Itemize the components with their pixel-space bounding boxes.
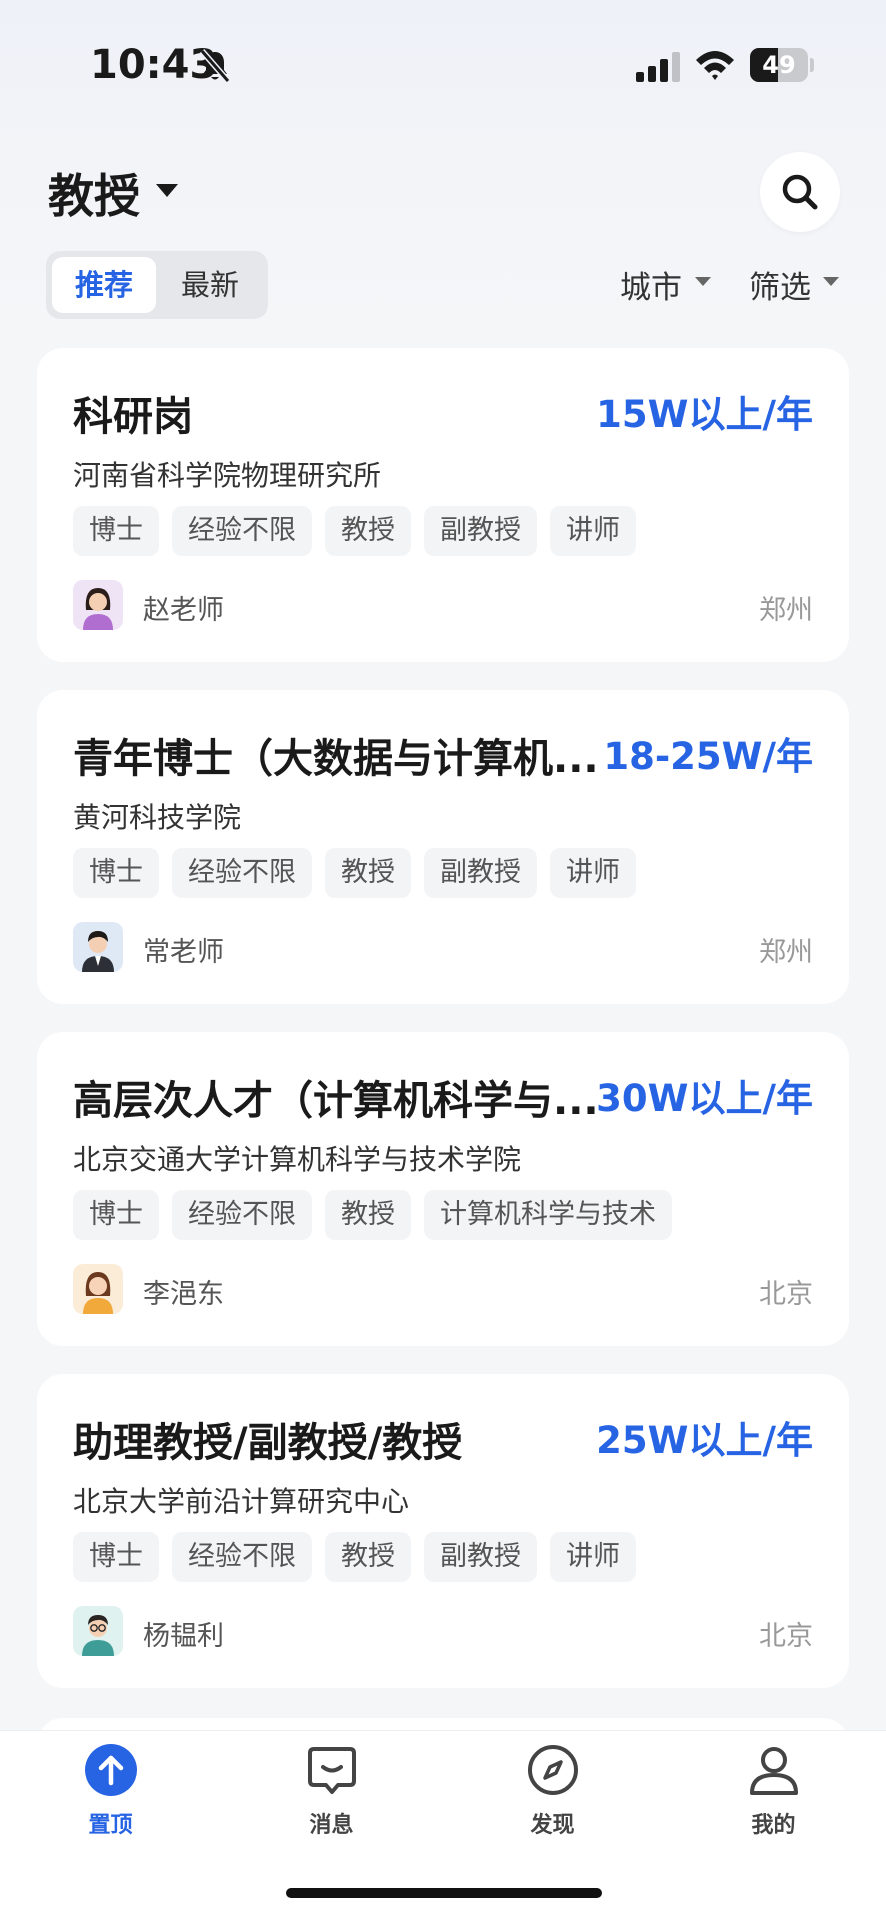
recruiter-name: 常老师 <box>143 937 224 968</box>
job-tag: 经验不限 <box>172 848 312 898</box>
tab-top[interactable]: 置顶 <box>0 1731 221 1861</box>
job-tags: 博士 经验不限 教授 副教授 讲师 <box>73 848 649 898</box>
job-tag: 教授 <box>325 1532 411 1582</box>
job-tag: 副教授 <box>424 506 537 556</box>
message-icon <box>308 1747 356 1794</box>
job-tag: 博士 <box>73 1532 159 1582</box>
job-card[interactable]: 科研岗 15W以上/年 河南省科学院物理研究所 博士 经验不限 教授 副教授 讲… <box>37 348 849 662</box>
female-avatar-icon <box>73 1264 123 1314</box>
tab-latest[interactable]: 最新 <box>158 257 262 313</box>
job-salary: 30W以上/年 <box>596 1077 813 1120</box>
job-city: 郑州 <box>759 595 813 626</box>
job-salary: 18-25W/年 <box>603 735 813 778</box>
job-title: 高层次人才（计算机科学与... <box>73 1078 599 1124</box>
cellular-signal-icon <box>636 52 680 82</box>
filter-dropdown[interactable]: 筛选 <box>749 262 811 307</box>
tab-discover[interactable]: 发现 <box>442 1731 663 1861</box>
job-city: 北京 <box>759 1279 813 1310</box>
job-company: 河南省科学院物理研究所 <box>73 459 382 492</box>
job-company: 北京大学前沿计算研究中心 <box>73 1485 410 1518</box>
male-suit-avatar-icon <box>73 922 123 972</box>
job-card[interactable]: 青年博士（大数据与计算机... 18-25W/年 黄河科技学院 博士 经验不限 … <box>37 690 849 1004</box>
job-city: 北京 <box>759 1621 813 1652</box>
caret-down-icon[interactable] <box>695 277 711 286</box>
tab-profile[interactable]: 我的 <box>663 1731 884 1861</box>
job-tag: 讲师 <box>550 848 636 898</box>
job-card[interactable]: 助理教授/副教授/教授 25W以上/年 北京大学前沿计算研究中心 博士 经验不限… <box>37 1374 849 1688</box>
job-tag: 教授 <box>325 848 411 898</box>
job-tag: 讲师 <box>550 1532 636 1582</box>
male-glasses-avatar-icon <box>73 1606 123 1656</box>
tab-messages-label: 消息 <box>309 1813 354 1838</box>
compass-icon <box>528 1745 578 1795</box>
status-bar: 10:43 49 <box>0 0 886 130</box>
job-tag: 教授 <box>325 1190 411 1240</box>
battery-percent: 49 <box>762 51 796 79</box>
job-tag: 博士 <box>73 848 159 898</box>
job-tag: 教授 <box>325 506 411 556</box>
job-salary: 25W以上/年 <box>596 1419 813 1462</box>
female-avatar-icon <box>73 580 123 630</box>
city-filter[interactable]: 城市 <box>620 262 682 307</box>
recruiter-name: 李浥东 <box>143 1279 224 1310</box>
job-title: 科研岗 <box>73 394 193 440</box>
profile-icon <box>750 1747 798 1795</box>
recruiter-name: 赵老师 <box>143 595 224 626</box>
search-icon <box>782 174 818 210</box>
job-tags: 博士 经验不限 教授 计算机科学与技术 <box>73 1190 685 1240</box>
search-button[interactable] <box>760 152 840 232</box>
tab-profile-label: 我的 <box>751 1813 796 1838</box>
job-tag: 讲师 <box>550 506 636 556</box>
caret-down-icon[interactable] <box>823 277 839 286</box>
home-indicator <box>286 1888 602 1898</box>
tab-top-label: 置顶 <box>88 1813 133 1838</box>
job-tag: 博士 <box>73 1190 159 1240</box>
tab-messages[interactable]: 消息 <box>221 1731 442 1861</box>
job-salary: 15W以上/年 <box>596 393 813 436</box>
sort-segmented-control: 推荐 最新 <box>46 251 268 319</box>
job-title: 助理教授/副教授/教授 <box>73 1420 463 1466</box>
job-tags: 博士 经验不限 教授 副教授 讲师 <box>73 506 649 556</box>
job-tag: 副教授 <box>424 848 537 898</box>
battery-cap <box>810 58 814 72</box>
page-title[interactable]: 教授 <box>48 160 140 226</box>
tab-discover-label: 发现 <box>530 1813 575 1838</box>
job-tag: 博士 <box>73 506 159 556</box>
job-city: 郑州 <box>759 937 813 968</box>
job-company: 北京交通大学计算机科学与技术学院 <box>73 1143 522 1176</box>
arrow-up-icon <box>85 1744 137 1796</box>
bell-muted-icon <box>199 49 231 83</box>
job-tag: 副教授 <box>424 1532 537 1582</box>
caret-down-icon[interactable] <box>156 184 178 197</box>
job-tag: 经验不限 <box>172 506 312 556</box>
recruiter-name: 杨韫利 <box>143 1621 224 1652</box>
wifi-icon <box>696 51 734 80</box>
job-company: 黄河科技学院 <box>73 801 242 834</box>
job-tags: 博士 经验不限 教授 副教授 讲师 <box>73 1532 649 1582</box>
battery-icon: 49 <box>750 48 808 82</box>
job-tag: 经验不限 <box>172 1190 312 1240</box>
tab-recommend[interactable]: 推荐 <box>52 257 156 313</box>
job-tag: 计算机科学与技术 <box>424 1190 672 1240</box>
job-title: 青年博士（大数据与计算机... <box>73 736 599 782</box>
job-tag: 经验不限 <box>172 1532 312 1582</box>
job-card[interactable]: 高层次人才（计算机科学与... 30W以上/年 北京交通大学计算机科学与技术学院… <box>37 1032 849 1346</box>
